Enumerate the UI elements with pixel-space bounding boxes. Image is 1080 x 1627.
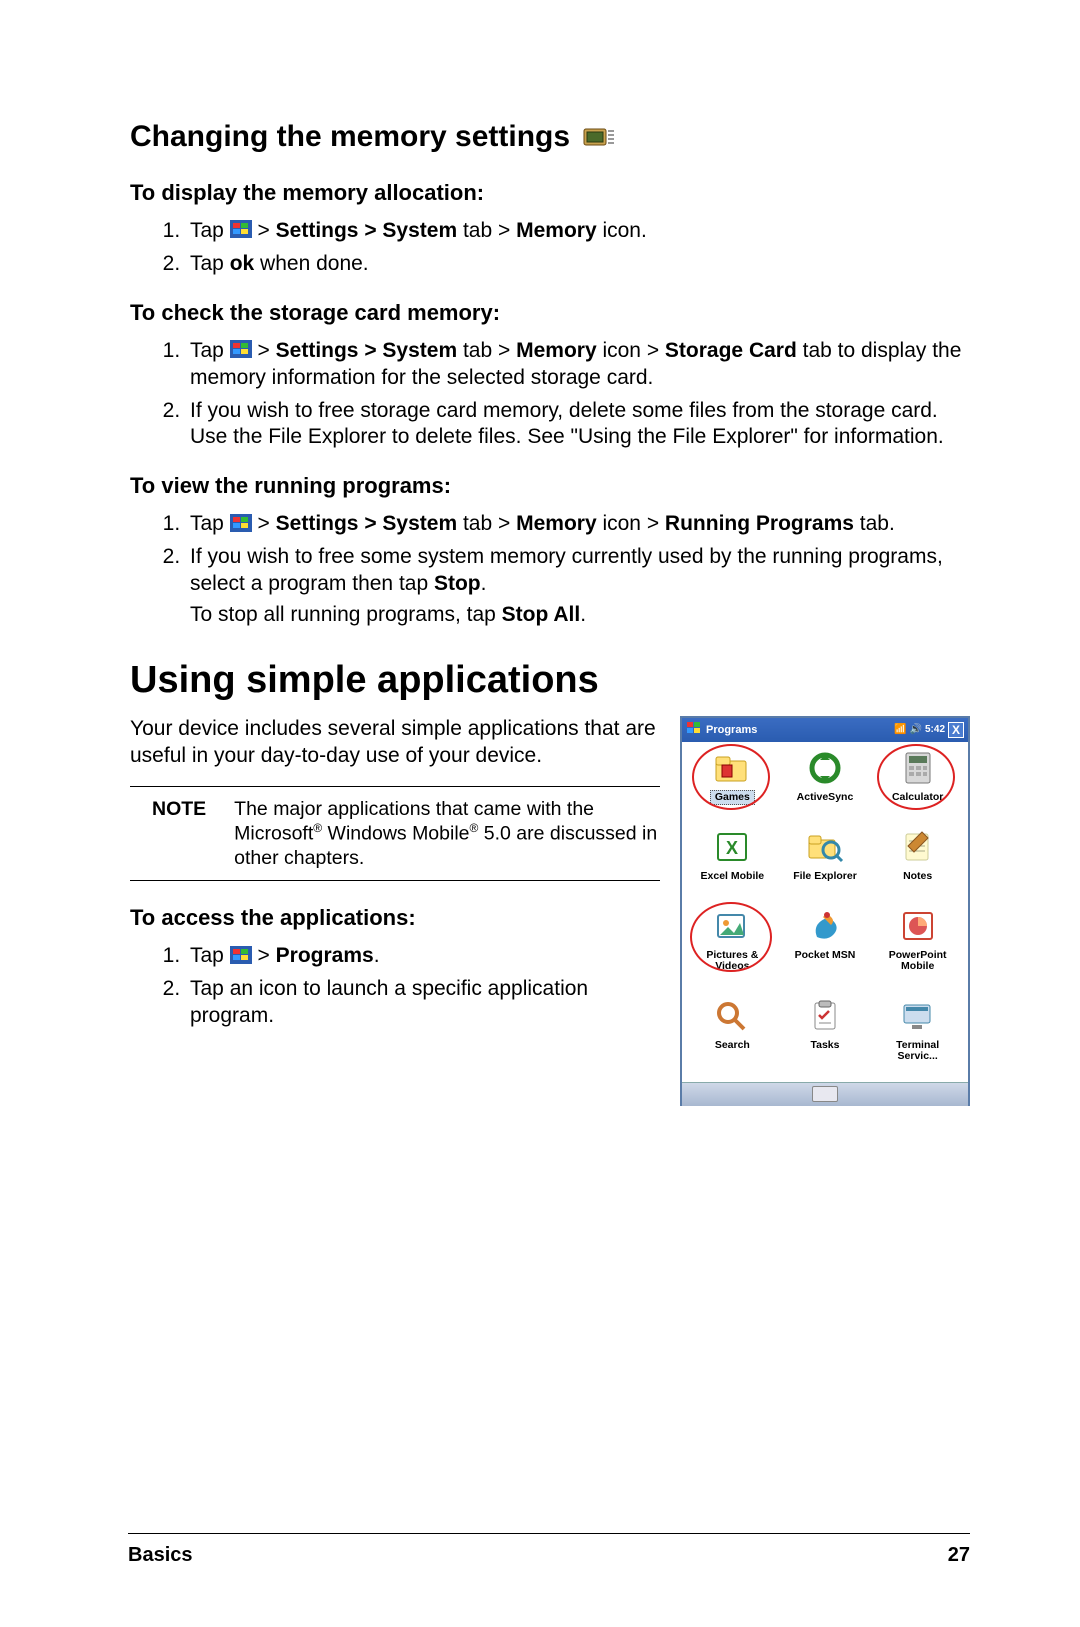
app-excel[interactable]: X Excel Mobile (686, 827, 779, 896)
msn-icon (803, 906, 847, 946)
list-item: Tap > Settings > System tab > Memory ico… (186, 511, 970, 538)
note-text: The major applications that came with th… (234, 797, 660, 871)
app-notes[interactable]: Notes (871, 827, 964, 896)
excel-icon: X (710, 827, 754, 867)
app-file-explorer[interactable]: File Explorer (779, 827, 872, 896)
windows-start-icon (230, 340, 252, 358)
app-label: Calculator (887, 790, 948, 805)
file-explorer-icon (803, 827, 847, 867)
list-item: Tap an icon to launch a specific applica… (186, 976, 660, 1030)
app-label: Games (710, 790, 755, 805)
keyboard-icon[interactable] (812, 1086, 838, 1102)
titlebar-time: 5:42 (925, 724, 945, 735)
screenshot-titlebar: Programs 📶 🔊 5:42 X (682, 718, 968, 742)
svg-text:X: X (726, 838, 738, 858)
games-folder-icon (710, 748, 754, 788)
pictures-icon (710, 906, 754, 946)
memory-chip-icon (578, 123, 616, 151)
app-label: Search (710, 1038, 755, 1053)
app-games[interactable]: Games (686, 748, 779, 817)
list-access-apps: Tap > Programs. Tap an icon to launch a … (130, 943, 660, 1030)
list-item: If you wish to free storage card memory,… (186, 398, 970, 452)
notes-icon (896, 827, 940, 867)
page-footer: Basics 27 (128, 1533, 970, 1567)
windows-start-icon (230, 220, 252, 238)
app-label: File Explorer (788, 869, 862, 884)
search-icon (710, 996, 754, 1036)
app-pictures-videos[interactable]: Pictures & Videos (686, 906, 779, 986)
app-label: ActiveSync (792, 790, 859, 805)
list-storage-card: Tap > Settings > System tab > Memory ico… (130, 338, 970, 452)
windows-flag-icon (686, 721, 702, 738)
heading-text: Changing the memory settings (130, 120, 570, 154)
app-label: Tasks (805, 1038, 844, 1053)
footer-section: Basics (128, 1544, 193, 1567)
list-item: Tap > Settings > System tab > Memory ico… (186, 218, 970, 245)
activesync-icon (803, 748, 847, 788)
app-calculator[interactable]: Calculator (871, 748, 964, 817)
windows-start-icon (230, 514, 252, 532)
app-pocket-msn[interactable]: Pocket MSN (779, 906, 872, 986)
speaker-icon: 🔊 (910, 724, 922, 735)
app-activesync[interactable]: ActiveSync (779, 748, 872, 817)
programs-screenshot: Programs 📶 🔊 5:42 X Games (680, 716, 970, 1106)
list-item: Tap > Programs. (186, 943, 660, 970)
signal-icon: 📶 (894, 724, 906, 735)
app-search[interactable]: Search (686, 996, 779, 1076)
subheading-access-apps: To access the applications: (130, 905, 660, 931)
subheading-display-memory: To display the memory allocation: (130, 180, 970, 206)
windows-start-icon (230, 946, 252, 964)
app-label: Pictures & Videos (686, 948, 779, 974)
tasks-icon (803, 996, 847, 1036)
list-display-memory: Tap > Settings > System tab > Memory ico… (130, 218, 970, 278)
powerpoint-icon (896, 906, 940, 946)
app-label: Terminal Servic... (871, 1038, 964, 1064)
screenshot-bottombar (682, 1082, 968, 1106)
subheading-running-programs: To view the running programs: (130, 473, 970, 499)
app-label: PowerPoint Mobile (871, 948, 964, 974)
intro-paragraph: Your device includes several simple appl… (130, 716, 660, 770)
terminal-icon (896, 996, 940, 1036)
close-icon[interactable]: X (948, 722, 964, 738)
list-running-programs: Tap > Settings > System tab > Memory ico… (130, 511, 970, 629)
calculator-icon (896, 748, 940, 788)
app-terminal[interactable]: Terminal Servic... (871, 996, 964, 1076)
programs-grid: Games ActiveSync Calculator X Excel (682, 742, 968, 1082)
heading-memory-settings: Changing the memory settings (130, 120, 970, 154)
titlebar-text: Programs (706, 724, 890, 736)
app-powerpoint[interactable]: PowerPoint Mobile (871, 906, 964, 986)
app-label: Notes (898, 869, 937, 884)
note-box: NOTE The major applications that came wi… (130, 786, 660, 882)
list-item: Tap > Settings > System tab > Memory ico… (186, 338, 970, 392)
list-item: Tap ok when done. (186, 251, 970, 278)
app-tasks[interactable]: Tasks (779, 996, 872, 1076)
heading-simple-apps: Using simple applications (130, 659, 970, 702)
app-label: Excel Mobile (696, 869, 770, 884)
subheading-storage-card: To check the storage card memory: (130, 300, 970, 326)
list-item: If you wish to free some system memory c… (186, 544, 970, 629)
app-label: Pocket MSN (790, 948, 861, 963)
note-label: NOTE (130, 797, 206, 871)
footer-page-number: 27 (948, 1544, 970, 1567)
